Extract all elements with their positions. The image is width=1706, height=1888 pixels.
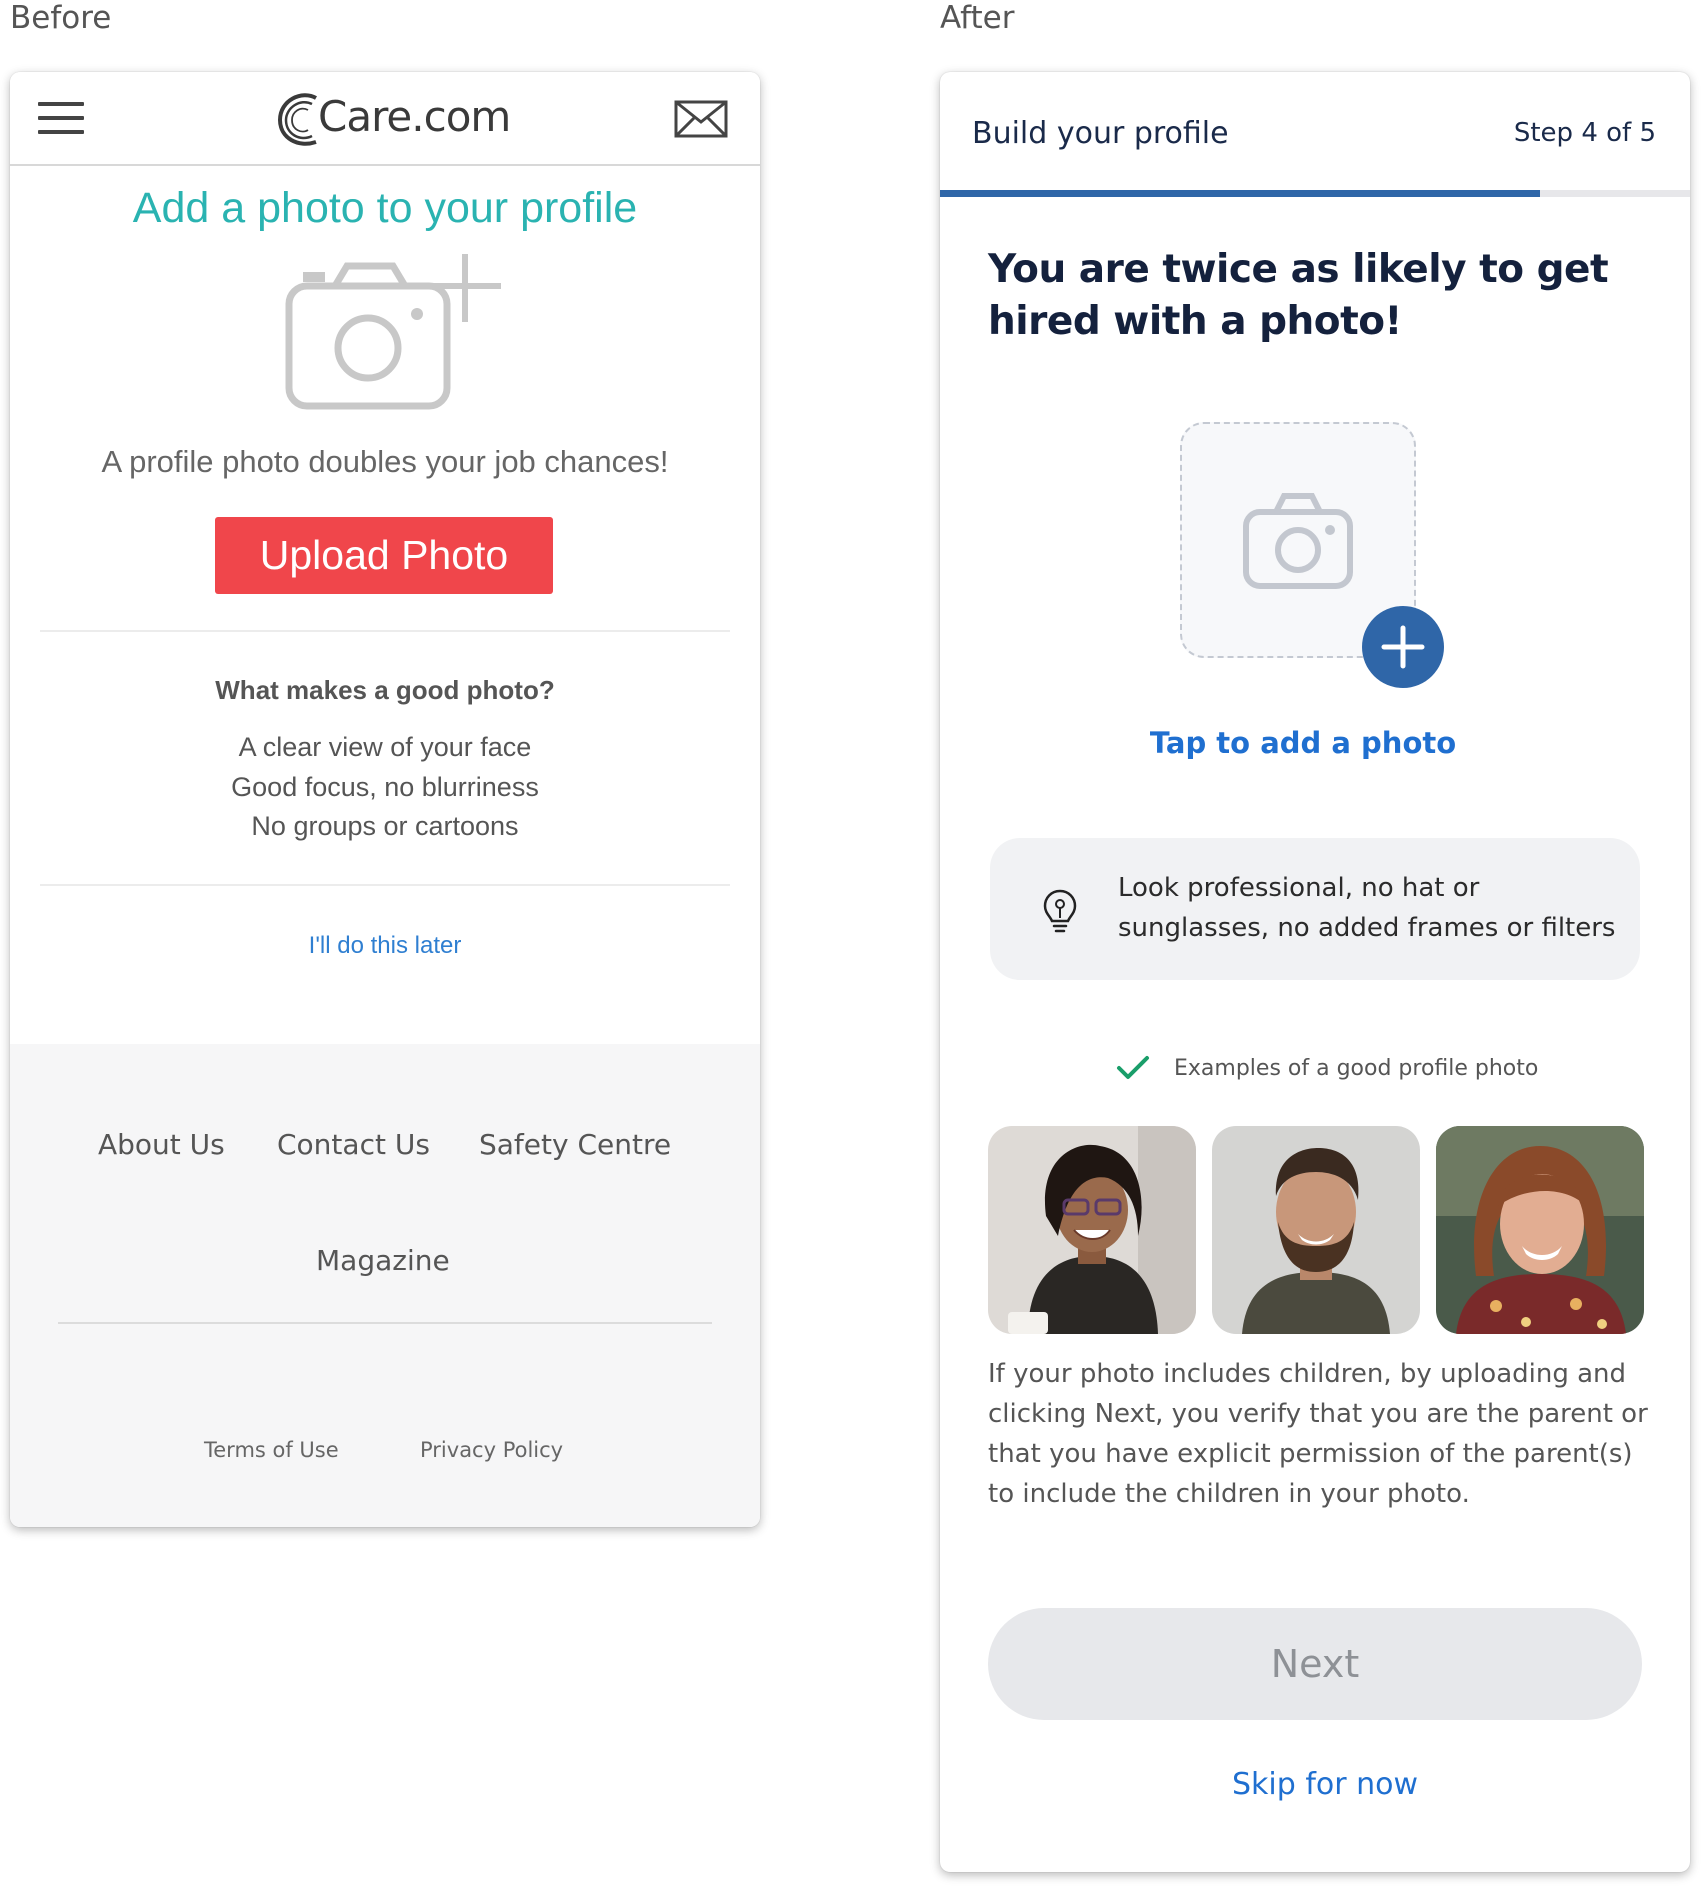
menu-icon[interactable] bbox=[38, 102, 84, 136]
children-disclaimer: If your photo includes children, by uplo… bbox=[988, 1359, 1648, 1509]
page-title: Add a photo to your profile bbox=[132, 184, 638, 232]
examples-label: Examples of a good profile photo bbox=[1174, 1056, 1539, 1081]
example-photo bbox=[988, 1126, 1196, 1334]
footer-divider bbox=[58, 1322, 712, 1324]
mail-icon[interactable] bbox=[674, 100, 728, 138]
tip-item: No groups or cartoons bbox=[251, 811, 519, 841]
tip-box: Look professional, no hat or sunglasses,… bbox=[990, 838, 1640, 980]
example-photo bbox=[1212, 1126, 1420, 1334]
good-photo-heading: What makes a good photo? bbox=[215, 675, 555, 705]
subtitle: A profile photo doubles your job chances… bbox=[101, 444, 669, 479]
care-logo[interactable]: Care.com bbox=[272, 88, 511, 150]
divider bbox=[40, 884, 730, 886]
example-photo bbox=[1436, 1126, 1644, 1334]
do-later-link[interactable]: I'll do this later bbox=[10, 932, 760, 960]
step-indicator: Step 4 of 5 bbox=[1513, 118, 1656, 148]
plus-icon bbox=[1381, 625, 1425, 669]
after-screen: Build your profile Step 4 of 5 You are t… bbox=[940, 72, 1690, 1872]
brand-name: Care.com bbox=[318, 92, 511, 141]
before-screen: Care.com Add a photo to your profile A p… bbox=[10, 72, 760, 1527]
progress-bar bbox=[940, 190, 1690, 197]
footer-link-contact[interactable]: Contact Us bbox=[277, 1128, 430, 1161]
tap-to-add-link[interactable]: Tap to add a photo bbox=[940, 726, 1678, 760]
top-bar: Care.com bbox=[10, 72, 760, 166]
progress-fill bbox=[940, 190, 1540, 197]
upload-photo-button[interactable]: Upload Photo bbox=[215, 517, 553, 594]
terms-link[interactable]: Terms of Use bbox=[204, 1438, 339, 1462]
footer-link-about[interactable]: About Us bbox=[98, 1128, 225, 1161]
footer-link-safety[interactable]: Safety Centre bbox=[479, 1128, 671, 1161]
tip-item: Good focus, no blurriness bbox=[231, 772, 539, 802]
tip-text: Look professional, no hat or sunglasses,… bbox=[1118, 873, 1616, 943]
after-label: After bbox=[940, 0, 1015, 36]
header-title: Build your profile bbox=[972, 116, 1229, 151]
add-photo-button[interactable] bbox=[1362, 606, 1444, 688]
tip-item: A clear view of your face bbox=[238, 732, 532, 762]
skip-link[interactable]: Skip for now bbox=[950, 1767, 1690, 1802]
footer: About Us Contact Us Safety Centre Magazi… bbox=[10, 1044, 760, 1527]
divider bbox=[40, 630, 730, 632]
camera-plus-icon[interactable] bbox=[285, 252, 507, 412]
before-label: Before bbox=[10, 0, 112, 36]
headline: You are twice as likely to get hired wit… bbox=[988, 247, 1609, 344]
check-icon bbox=[1117, 1056, 1149, 1079]
lightbulb-icon bbox=[1043, 889, 1077, 933]
next-button[interactable]: Next bbox=[988, 1608, 1642, 1720]
privacy-link[interactable]: Privacy Policy bbox=[420, 1438, 563, 1462]
camera-icon bbox=[1243, 493, 1353, 589]
footer-link-magazine[interactable]: Magazine bbox=[316, 1244, 450, 1277]
